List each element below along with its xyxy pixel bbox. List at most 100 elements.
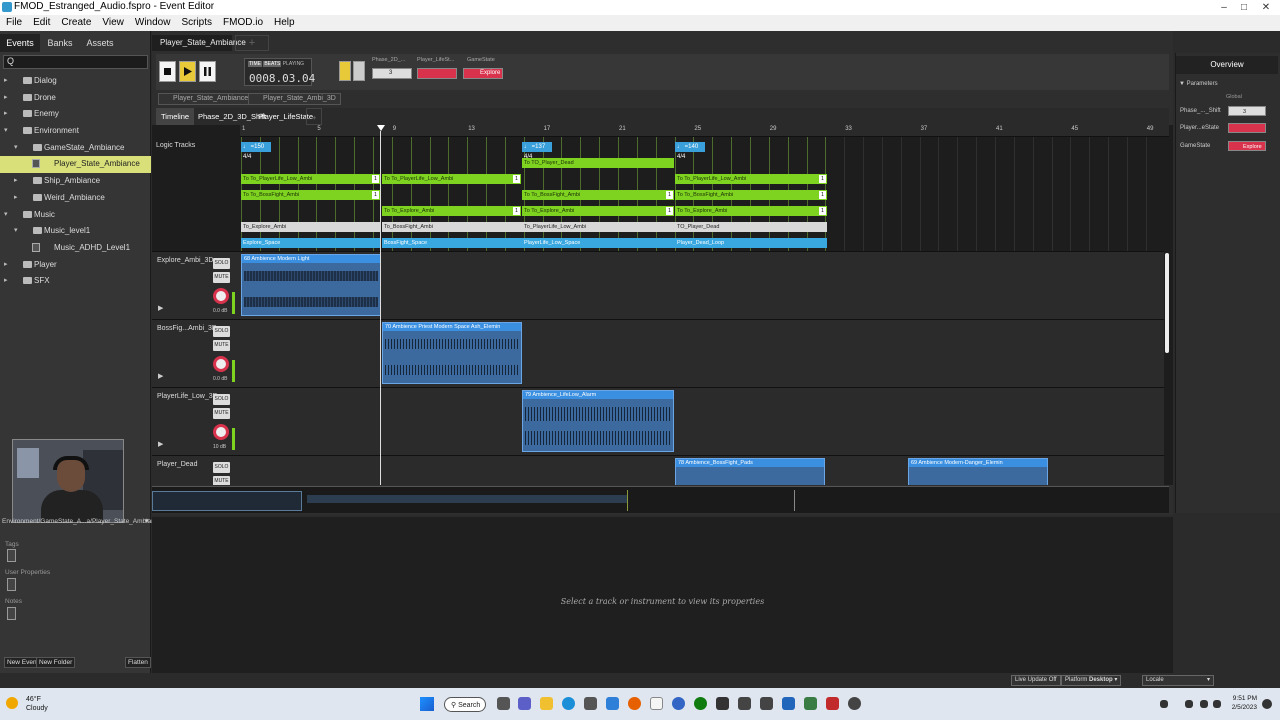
transition-region[interactable]: To To_Explore_Ambi 1 xyxy=(522,206,674,216)
transition-region[interactable]: To To_Explore_Ambi 1 xyxy=(382,206,521,216)
menu-window[interactable]: Window xyxy=(129,15,176,28)
chevron-right-icon[interactable]: ▸ xyxy=(4,73,8,89)
expand-track-icon[interactable]: ▶ xyxy=(158,372,163,380)
tree-folder[interactable]: ▸ Dialog xyxy=(0,73,151,90)
loop-region[interactable]: BossFight_Space xyxy=(382,238,522,248)
mute-button[interactable]: MUTE xyxy=(213,476,230,485)
single-instrument[interactable]: 68 Ambience Modern Light xyxy=(241,254,381,316)
solo-button[interactable]: SOLO xyxy=(213,462,230,473)
single-instrument[interactable]: 69 Ambience Modern-Danger_Elemin xyxy=(908,458,1048,485)
tags-add-button[interactable] xyxy=(7,549,16,562)
weather-widget[interactable]: 46°F Cloudy xyxy=(26,695,48,713)
transition-region[interactable]: To To_PlayerLife_Low_Ambi 1 xyxy=(675,174,827,184)
teams-icon[interactable] xyxy=(518,697,531,710)
time-display[interactable]: TIME BEATS PLAYING 0008.03.04 xyxy=(244,58,315,86)
menu-view[interactable]: View xyxy=(96,15,129,28)
destination-marker[interactable]: To_BossFight_Ambi xyxy=(382,222,522,232)
chevron-down-icon[interactable]: ▾ xyxy=(14,140,18,156)
audio-track[interactable]: PlayerLife_Low_3D SOLO MUTE 10 dB ▶ 79 A… xyxy=(152,387,1164,455)
overview-param-value[interactable]: 3 xyxy=(1228,106,1266,116)
obs-icon[interactable] xyxy=(848,697,861,710)
breadcrumb-instrument[interactable]: Player_State_Ambi_3D xyxy=(248,93,341,105)
tempo-marker[interactable]: ♩ =150 4/4 xyxy=(241,142,271,160)
menu-fmod-io[interactable]: FMOD.io xyxy=(217,15,268,28)
tree-folder[interactable]: ▸ Drone xyxy=(0,90,151,107)
app-icon[interactable] xyxy=(826,697,839,710)
tree-folder[interactable]: ▸ Weird_Ambiance xyxy=(0,190,151,207)
audio-track[interactable]: Player_Dead SOLO MUTE 78 Ambience_BossFi… xyxy=(152,455,1164,485)
live-update-button[interactable]: Live Update Off xyxy=(1011,675,1061,686)
tab-assets[interactable]: Assets xyxy=(80,34,120,52)
single-instrument[interactable]: 70 Ambience Priest Modern Space Ash_Elem… xyxy=(382,322,522,384)
pause-button[interactable] xyxy=(199,61,216,82)
transition-region[interactable]: To To_Explore_Ambi 1 xyxy=(675,206,827,216)
new-folder-button[interactable]: New Folder xyxy=(36,657,76,668)
tempo-marker[interactable]: ♩ =140 4/4 xyxy=(675,142,705,160)
loop-region[interactable]: Player_Dead_Loop xyxy=(675,238,827,248)
list-view-icon[interactable] xyxy=(339,61,351,81)
store-icon[interactable] xyxy=(584,697,597,710)
volume-icon[interactable] xyxy=(1213,700,1221,708)
transition-region[interactable]: To To_PlayerLife_Low_Ambi 1 xyxy=(241,174,380,184)
menu-help[interactable]: Help xyxy=(268,15,300,28)
chevron-down-icon[interactable]: ▾ xyxy=(4,123,8,139)
menu-file[interactable]: File xyxy=(0,15,27,28)
loop-region[interactable]: Explore_Space xyxy=(241,238,381,248)
firefox-icon[interactable] xyxy=(628,697,641,710)
param-gamestate-value[interactable]: Explore xyxy=(463,68,503,79)
expand-track-icon[interactable]: ▶ xyxy=(158,304,163,312)
edge-icon[interactable] xyxy=(562,697,575,710)
mute-button[interactable]: MUTE xyxy=(213,272,230,283)
chevron-right-icon[interactable]: ▸ xyxy=(4,90,8,106)
loop-region[interactable]: PlayerLife_Low_Space xyxy=(522,238,675,248)
tab-timeline[interactable]: Timeline xyxy=(156,108,195,125)
tree-folder[interactable]: ▾ Music xyxy=(0,207,151,224)
volume-knob[interactable] xyxy=(213,356,229,372)
windows-start-icon[interactable] xyxy=(420,697,434,711)
timeline-overview[interactable] xyxy=(152,486,1169,513)
overview-window[interactable] xyxy=(152,491,302,511)
tree-folder[interactable]: ▸ SFX xyxy=(0,273,151,290)
locale-select[interactable]: Locale ▾ xyxy=(1142,675,1214,686)
taskbar-search[interactable]: ⚲ Search xyxy=(444,697,486,712)
add-parameter-tab-button[interactable]: + xyxy=(306,108,323,125)
chevron-down-icon[interactable]: ▾ xyxy=(4,207,8,223)
notes-add-button[interactable] xyxy=(7,607,16,620)
chevron-right-icon[interactable]: ▸ xyxy=(14,173,18,189)
taskbar-clock[interactable]: 9:51 PM 2/5/2023 xyxy=(1227,694,1257,712)
destination-marker[interactable]: To_PlayerLife_Low_Ambi xyxy=(522,222,675,232)
time-mode-toggle[interactable]: TIME BEATS PLAYING xyxy=(248,61,304,67)
menu-edit[interactable]: Edit xyxy=(27,15,55,28)
browser-search-input[interactable]: Q xyxy=(3,55,148,69)
tree-folder[interactable]: ▸ Enemy xyxy=(0,106,151,123)
tracks-scrollbar[interactable] xyxy=(1165,253,1169,353)
chevron-down-icon[interactable]: ▾ xyxy=(14,223,18,239)
steam-icon[interactable] xyxy=(738,697,751,710)
transition-region[interactable]: To To_BossFight_Ambi 1 xyxy=(522,190,674,200)
tree-folder[interactable]: ▾ Music_level1 xyxy=(0,223,151,240)
volume-knob[interactable] xyxy=(213,424,229,440)
tab-events[interactable]: Events xyxy=(0,34,40,52)
beats-mode[interactable]: BEATS xyxy=(263,61,282,67)
tray-icon[interactable] xyxy=(1185,700,1193,708)
tree-event[interactable]: Music_ADHD_Level1 xyxy=(0,240,151,257)
menu-scripts[interactable]: Scripts xyxy=(175,15,217,28)
grid-view-icon[interactable] xyxy=(353,61,365,81)
tree-folder[interactable]: ▸ Ship_Ambiance xyxy=(0,173,151,190)
timeline[interactable]: 1 5 9 13 17 21 25 29 33 37 41 45 49 Logic Tracks ♩ =… xyxy=(152,125,1173,485)
breadcrumb-event[interactable]: Player_State_Ambiance xyxy=(158,93,254,105)
close-button[interactable]: ✕ xyxy=(1252,0,1280,15)
tab-banks[interactable]: Banks xyxy=(40,34,80,52)
param-phase-value[interactable]: 3 xyxy=(372,68,412,79)
arc-icon[interactable] xyxy=(760,697,773,710)
chevron-down-icon[interactable]: ▼ xyxy=(144,518,150,525)
solo-button[interactable]: SOLO xyxy=(213,394,230,405)
destination-marker[interactable]: To_Explore_Ambi xyxy=(241,222,381,232)
app-icon[interactable] xyxy=(782,697,795,710)
app-icon[interactable] xyxy=(606,697,619,710)
single-instrument[interactable]: 79 Ambience_LifeLow_Alarm xyxy=(522,390,674,452)
chevron-right-icon[interactable]: ▸ xyxy=(14,190,18,206)
tray-chevron-icon[interactable] xyxy=(1160,700,1168,708)
volume-knob[interactable] xyxy=(213,288,229,304)
chevron-right-icon[interactable]: ▸ xyxy=(4,273,8,289)
